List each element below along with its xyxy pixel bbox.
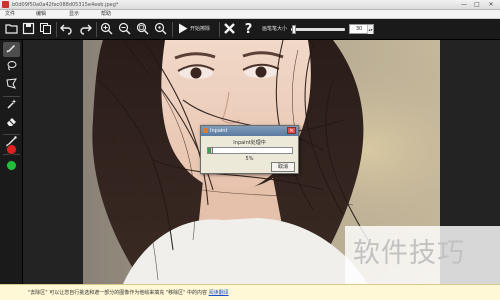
zoom-in-icon[interactable]	[99, 22, 114, 37]
status-bar: "去除区" 可以让您自行挑选和遮一部分的图像作为他绘来填充 "移除区" 中的内容…	[0, 284, 500, 300]
close-window-button[interactable]: ✕	[484, 1, 498, 9]
cancel-x-icon[interactable]	[222, 22, 237, 37]
menu-file[interactable]: 文件	[5, 10, 15, 19]
save-icon[interactable]	[21, 22, 36, 37]
polygon-lasso-icon	[6, 78, 17, 89]
play-icon[interactable]	[175, 22, 190, 37]
toolbar-separator	[56, 22, 57, 37]
menu-bar: 文件 编辑 显示 帮助	[0, 10, 500, 19]
cancel-button[interactable]: 取消	[271, 162, 295, 172]
brush-size-spinbox[interactable]: 30 ▴▾	[349, 24, 374, 34]
dialog-close-icon[interactable]: ✕	[287, 127, 296, 134]
magic-wand-tool[interactable]	[3, 98, 20, 113]
minimize-button[interactable]: —	[458, 1, 470, 9]
menu-help[interactable]: 帮助	[101, 10, 111, 19]
brush-size-label: 画笔笔大小	[262, 26, 288, 32]
start-erase-label[interactable]: 开始擦除	[190, 19, 210, 40]
help-icon[interactable]: ?	[241, 22, 256, 37]
window-title: b0d09f50a0a42fec088d05315e4eeb.jpeg*	[12, 2, 119, 8]
spin-arrows-icon[interactable]: ▴▾	[367, 25, 373, 34]
status-hint-link[interactable]: 阅读翻译	[209, 290, 229, 296]
brush-icon	[6, 45, 15, 53]
menu-view[interactable]: 显示	[69, 10, 79, 19]
watermark-text: 软件技巧	[353, 238, 465, 269]
dialog-title: Inpaint	[210, 128, 228, 134]
red-marker-color[interactable]	[6, 144, 17, 155]
watermark-overlay: 软件技巧	[345, 226, 500, 284]
lasso-icon	[7, 61, 17, 71]
undo-icon[interactable]	[59, 22, 74, 37]
toolbar-separator	[172, 22, 173, 37]
zoom-fit-icon[interactable]	[135, 22, 150, 37]
lasso-tool[interactable]	[3, 60, 20, 75]
polygon-lasso-tool[interactable]	[3, 78, 20, 93]
brush-size-slider-thumb[interactable]	[292, 25, 296, 34]
eraser-tool[interactable]	[3, 116, 20, 131]
toolbar: 开始擦除 ? 画笔笔大小 30 ▴▾	[0, 19, 500, 40]
inpaint-app-window: b0d09f50a0a42fec088d05315e4eeb.jpeg* — □…	[0, 0, 500, 300]
status-hint: "去除区" 可以让您自行挑选和遮一部分的图像作为他绘来填充 "移除区" 中的内容…	[28, 285, 229, 300]
open-folder-icon[interactable]	[4, 22, 19, 37]
title-bar: b0d09f50a0a42fec088d05315e4eeb.jpeg* — □…	[0, 0, 500, 10]
dialog-title-bar[interactable]: Inpaint ✕	[201, 126, 298, 136]
progress-bar	[207, 147, 293, 154]
app-icon	[2, 1, 9, 8]
maximize-button[interactable]: □	[471, 1, 483, 9]
zoom-out-icon[interactable]	[117, 22, 132, 37]
copy-icon[interactable]	[38, 22, 53, 37]
inpaint-app-icon	[203, 128, 208, 133]
tool-palette	[0, 40, 23, 284]
progress-thumb	[210, 147, 213, 154]
green-marker-color[interactable]	[6, 160, 17, 171]
status-hint-text: "去除区" 可以让您自行挑选和遮一部分的图像作为他绘来填充 "移除区" 中的内容	[28, 290, 207, 296]
inpaint-progress-dialog: Inpaint ✕ Inpaint处理中 5% 取消	[200, 125, 299, 174]
eraser-icon	[7, 118, 16, 126]
tool-separator	[3, 134, 20, 135]
dialog-status-text: Inpaint处理中	[233, 140, 266, 146]
redo-icon[interactable]	[78, 22, 93, 37]
brush-size-value[interactable]: 30	[350, 25, 368, 34]
toolbar-separator	[219, 22, 220, 37]
brush-tool[interactable]	[3, 42, 20, 57]
zoom-actual-icon[interactable]	[153, 22, 168, 37]
magic-wand-icon	[7, 99, 17, 109]
tool-separator	[3, 96, 20, 97]
brush-size-slider[interactable]	[291, 28, 345, 31]
menu-edit[interactable]: 编辑	[36, 10, 46, 19]
toolbar-separator	[96, 22, 97, 37]
